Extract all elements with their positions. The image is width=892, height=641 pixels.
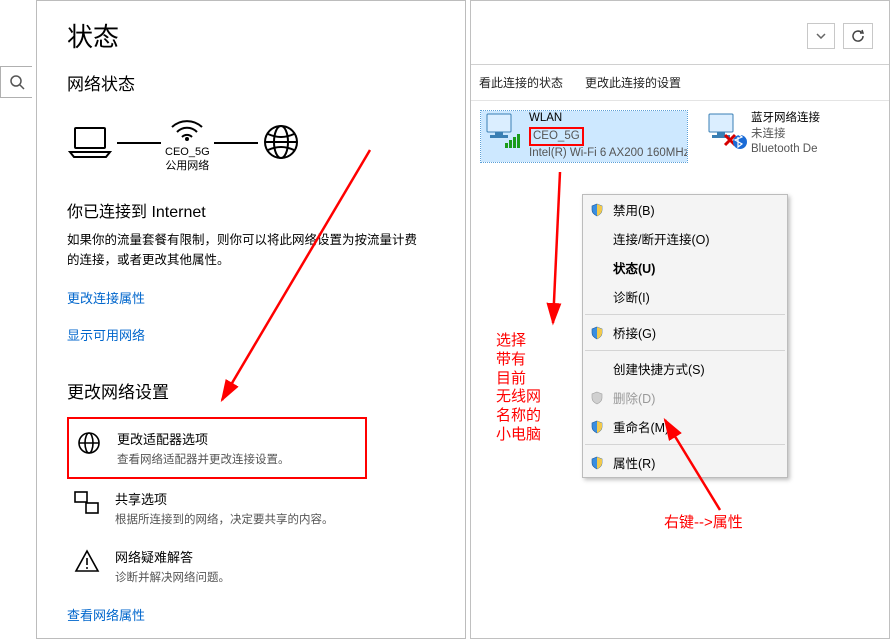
adapter-device: Intel(R) Wi-Fi 6 AX200 160MHz: [529, 146, 687, 162]
laptop-icon: [67, 125, 113, 162]
option-desc: 根据所连接到的网络，决定要共享的内容。: [115, 511, 334, 527]
section-change-network: 更改网络设置: [67, 378, 443, 403]
ctx-delete: 删除(D): [583, 383, 787, 412]
chevron-down-icon: [816, 33, 826, 39]
section-network-status: 网络状态: [67, 70, 443, 95]
settings-status-panel: 状态 网络状态 CEO_5G 公用网络 你已连接到 Internet 如果你的流量…: [36, 0, 466, 639]
toolbar-view-status[interactable]: 看此连接的状态: [479, 74, 563, 91]
adapter-name: 蓝牙网络连接: [751, 111, 820, 127]
option-title: 共享选项: [115, 489, 334, 508]
shield-icon: [590, 326, 604, 340]
shield-icon: [590, 203, 604, 217]
toolbar: 看此连接的状态 更改此连接的设置: [471, 65, 889, 101]
separator: [585, 314, 785, 315]
adapter-status: 未连接: [751, 127, 820, 143]
adapter-name: WLAN: [529, 111, 687, 127]
connected-desc: 如果你的流量套餐有限制，则你可以将此网络设置为按流量计费的连接，或者更改其他属性…: [67, 230, 427, 270]
shield-icon: [590, 420, 604, 434]
refresh-icon: [851, 29, 865, 43]
connected-label: 你已连接到 Internet: [67, 198, 443, 222]
option-desc: 查看网络适配器并更改连接设置。: [117, 451, 290, 467]
link-show-available-networks[interactable]: 显示可用网络: [67, 325, 443, 344]
toolbar-change-settings[interactable]: 更改此连接的设置: [585, 74, 681, 91]
shield-icon: [590, 456, 604, 470]
globe-icon: [262, 123, 300, 164]
wifi-net-type: 公用网络: [165, 160, 209, 172]
option-title: 网络疑难解答: [115, 547, 230, 566]
ctx-connect[interactable]: 连接/断开连接(O): [583, 224, 787, 253]
adapter-device: Bluetooth De: [751, 142, 820, 158]
network-adapter-icon: [481, 111, 525, 151]
search-tab[interactable]: [0, 66, 32, 98]
search-icon: [9, 74, 25, 90]
option-sharing[interactable]: 共享选项 根据所连接到的网络，决定要共享的内容。: [67, 479, 367, 537]
titlebar-area: [471, 1, 889, 65]
page-title: 状态: [67, 17, 443, 54]
adapter-ssid: CEO_5G: [529, 127, 584, 147]
option-change-adapter[interactable]: 更改适配器选项 查看网络适配器并更改连接设置。: [67, 417, 367, 479]
option-desc: 诊断并解决网络问题。: [115, 569, 230, 585]
ctx-bridge[interactable]: 桥接(G): [583, 318, 787, 347]
ctx-diagnose[interactable]: 诊断(I): [583, 282, 787, 311]
link-change-connection-props[interactable]: 更改连接属性: [67, 288, 443, 307]
annotation-guide: 选择 带有 目前 无线网 名称的 小电脑: [496, 332, 541, 445]
ctx-disable[interactable]: 禁用(B): [583, 195, 787, 224]
annotation-rightclick: 右键-->属性: [664, 514, 743, 533]
option-troubleshoot[interactable]: 网络疑难解答 诊断并解决网络问题。: [67, 537, 367, 595]
share-icon: [73, 489, 101, 517]
connection-diagram: CEO_5G 公用网络: [67, 113, 443, 174]
adapter-list: WLAN CEO_5G Intel(R) Wi-Fi 6 AX200 160MH…: [471, 101, 889, 172]
refresh-button[interactable]: [843, 23, 873, 49]
adapter-wlan[interactable]: WLAN CEO_5G Intel(R) Wi-Fi 6 AX200 160MH…: [481, 111, 687, 162]
wifi-icon: [169, 113, 205, 144]
separator: [585, 350, 785, 351]
globe-settings-icon: [75, 429, 103, 457]
wifi-ssid: CEO_5G: [165, 146, 210, 158]
adapter-bluetooth[interactable]: 蓝牙网络连接 未连接 Bluetooth De: [703, 111, 833, 162]
context-menu: 禁用(B) 连接/断开连接(O) 状态(U) 诊断(I) 桥接(G) 创建快捷方…: [582, 194, 788, 478]
ctx-rename[interactable]: 重命名(M): [583, 412, 787, 441]
network-adapter-icon: [703, 111, 747, 151]
ctx-shortcut[interactable]: 创建快捷方式(S): [583, 354, 787, 383]
link-view-network-props[interactable]: 查看网络属性: [67, 605, 443, 624]
shield-icon: [590, 391, 604, 405]
dropdown-button[interactable]: [807, 23, 835, 49]
option-title: 更改适配器选项: [117, 429, 290, 448]
ctx-properties[interactable]: 属性(R): [583, 448, 787, 477]
separator: [585, 444, 785, 445]
warning-icon: [73, 547, 101, 575]
ctx-status[interactable]: 状态(U): [583, 253, 787, 282]
